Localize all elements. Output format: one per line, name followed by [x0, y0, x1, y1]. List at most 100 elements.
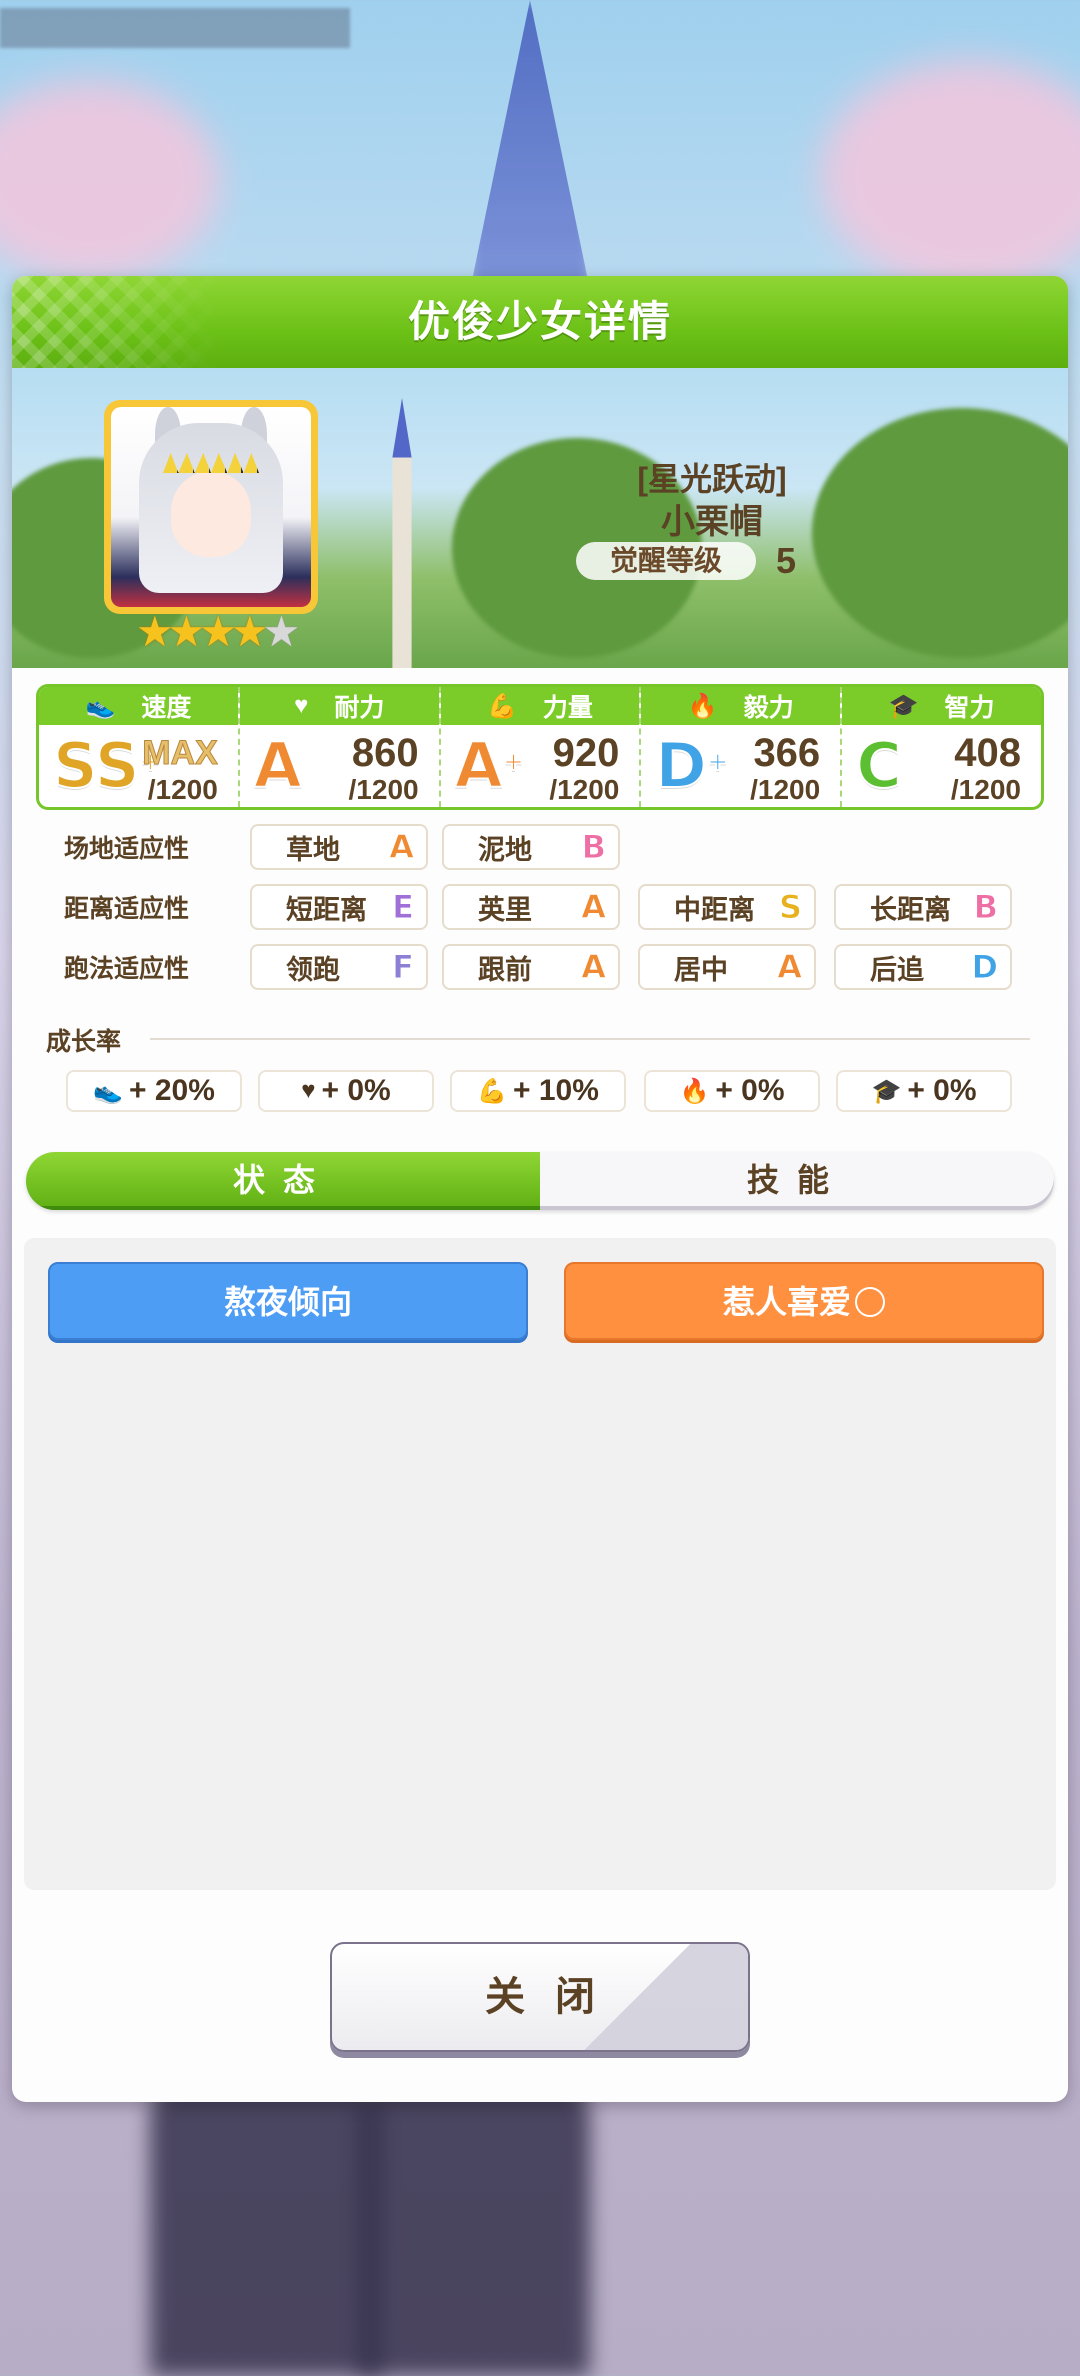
- character-portrait: [111, 407, 311, 607]
- stat-header: 👟 速度: [39, 687, 238, 725]
- growth-rate-chip: 👟 + 20%: [66, 1070, 242, 1112]
- heart-icon: ♥: [301, 1077, 316, 1104]
- growth-rate-value: + 0%: [715, 1074, 785, 1107]
- aptitude-grade: A: [581, 888, 607, 927]
- star-icon: ★: [230, 608, 269, 655]
- status-effect-label: 惹人喜爱: [722, 1284, 851, 1320]
- growth-rate-value: + 0%: [321, 1074, 391, 1107]
- aptitude-chip: 草地 A: [250, 824, 428, 870]
- background-blossom: [0, 80, 220, 280]
- aptitude-name: 泥地: [478, 834, 532, 865]
- star-empty-icon: ★: [262, 608, 301, 655]
- aptitude-grade: A: [389, 828, 415, 867]
- detail-tabs: 状态 技能: [26, 1152, 1054, 1210]
- growth-rate-value: + 0%: [907, 1074, 977, 1107]
- stat-grade-letter: SS: [52, 729, 141, 802]
- shoe-icon: 👟: [93, 1077, 123, 1105]
- stat-value: 408: [954, 731, 1021, 775]
- growth-rate-chip: ♥ + 0%: [258, 1070, 434, 1112]
- stat-name: 智力: [944, 694, 995, 722]
- muscle-icon: 💪: [477, 1077, 507, 1105]
- awaken-level-label: 觉醒等级: [576, 542, 757, 580]
- stat-grade-plus: +: [706, 746, 730, 778]
- background-tower: [470, 0, 590, 290]
- stat-grade: A+: [454, 729, 526, 802]
- stat-value: 860: [351, 731, 419, 775]
- stat-grade: A: [253, 729, 303, 802]
- surface-aptitude-label: 场地适应性: [64, 835, 190, 863]
- distance-aptitude-label: 距离适应性: [64, 895, 190, 923]
- graduation-cap-icon: 🎓: [888, 692, 919, 720]
- aptitude-name: 跟前: [478, 954, 532, 985]
- stat-column: 🔥 毅力 D+ 366/1200: [641, 687, 843, 807]
- surface-aptitude-row: 场地适应性 草地 A 泥地 B: [12, 824, 1068, 874]
- background-figure: [150, 2076, 380, 2376]
- status-content: 熬夜倾向 惹人喜爱: [24, 1238, 1056, 1890]
- close-button-label: 关闭: [485, 1975, 625, 2019]
- stat-grade: D+: [654, 729, 730, 802]
- stat-max: /1200: [348, 774, 419, 805]
- status-effect-chip[interactable]: 惹人喜爱: [564, 1262, 1044, 1340]
- stat-max: /1200: [549, 774, 620, 805]
- tab-skills[interactable]: 技能: [540, 1152, 1054, 1210]
- aptitude-chip: 短距离 E: [250, 884, 428, 930]
- close-button[interactable]: 关闭: [330, 1942, 750, 2052]
- tab-status[interactable]: 状态: [26, 1152, 540, 1210]
- rarity-stars: ★★★★★: [136, 608, 301, 655]
- stat-max: /1200: [950, 774, 1021, 805]
- stat-column: 🎓 智力 C 408/1200: [842, 687, 1041, 807]
- stat-grade-letter: D: [654, 729, 707, 802]
- stat-grade-letter: A: [454, 729, 504, 802]
- character-portrait-frame[interactable]: [104, 400, 318, 614]
- stat-value: 366: [753, 731, 821, 775]
- growth-rate-chip: 💪 + 10%: [450, 1070, 626, 1112]
- character-name: 小栗帽: [661, 503, 763, 541]
- flame-icon: 🔥: [687, 692, 718, 720]
- growth-rate-chip: 🔥 + 0%: [644, 1070, 820, 1112]
- stat-name: 速度: [141, 694, 192, 722]
- background-top-label: [0, 8, 350, 48]
- stat-grade-letter: A: [253, 729, 303, 802]
- strategy-aptitude-row: 跑法适应性 领跑 F 跟前 A 居中 A 后追 D: [12, 944, 1068, 994]
- card-banner: ★★★★★ [星光跃动] 小栗帽 觉醒等级 5: [12, 368, 1068, 668]
- stats-table: 👟 速度 SS+ MAX/1200 ♥ 耐力 A 860/1200 💪 力量 A+ 920/1200 🔥…: [36, 684, 1044, 810]
- heart-icon: ♥: [294, 692, 309, 719]
- circle-icon: [855, 1286, 885, 1317]
- aptitude-chip: 后追 D: [834, 944, 1012, 990]
- muscle-icon: 💪: [487, 692, 517, 720]
- awaken-level-value: 5: [776, 540, 797, 581]
- aptitude-chip: 跟前 A: [442, 944, 620, 990]
- star-icon: ★: [167, 608, 206, 655]
- aptitude-grade: A: [777, 948, 803, 987]
- growth-rate-title: 成长率: [46, 1028, 122, 1056]
- stat-value: MAX: [142, 734, 219, 773]
- stat-header: 🎓 智力: [842, 687, 1041, 725]
- aptitude-chip: 领跑 F: [250, 944, 428, 990]
- status-effect-chip[interactable]: 熬夜倾向: [48, 1262, 528, 1340]
- aptitude-chip: 英里 A: [442, 884, 620, 930]
- stat-name: 毅力: [743, 694, 794, 722]
- aptitude-grade: S: [778, 888, 802, 927]
- stat-header: ♥ 耐力: [239, 687, 439, 725]
- stat-header: 🔥 毅力: [641, 687, 841, 725]
- stat-column: 💪 力量 A+ 920/1200: [440, 687, 642, 807]
- stat-header: 💪 力量: [440, 687, 640, 725]
- aptitude-grade: D: [971, 948, 999, 987]
- aptitude-name: 居中: [674, 954, 728, 985]
- status-effect-label: 熬夜倾向: [223, 1284, 352, 1320]
- panel-header: 优俊少女详情: [12, 276, 1068, 368]
- graduation-cap-icon: 🎓: [871, 1077, 902, 1105]
- stat-grade-plus: +: [502, 746, 526, 778]
- aptitude-name: 领跑: [286, 954, 340, 985]
- shoe-icon: 👟: [85, 692, 116, 720]
- aptitude-chip: 居中 A: [638, 944, 816, 990]
- stat-value: 920: [552, 731, 620, 775]
- stat-max: /1200: [750, 774, 821, 805]
- character-face: [171, 471, 251, 557]
- aptitude-chip: 中距离 S: [638, 884, 816, 930]
- aptitude-name: 英里: [478, 894, 532, 925]
- aptitude-name: 长距离: [870, 894, 951, 925]
- stat-grade-letter: C: [855, 729, 902, 802]
- stat-name: 力量: [542, 694, 593, 722]
- flame-icon: 🔥: [679, 1077, 710, 1105]
